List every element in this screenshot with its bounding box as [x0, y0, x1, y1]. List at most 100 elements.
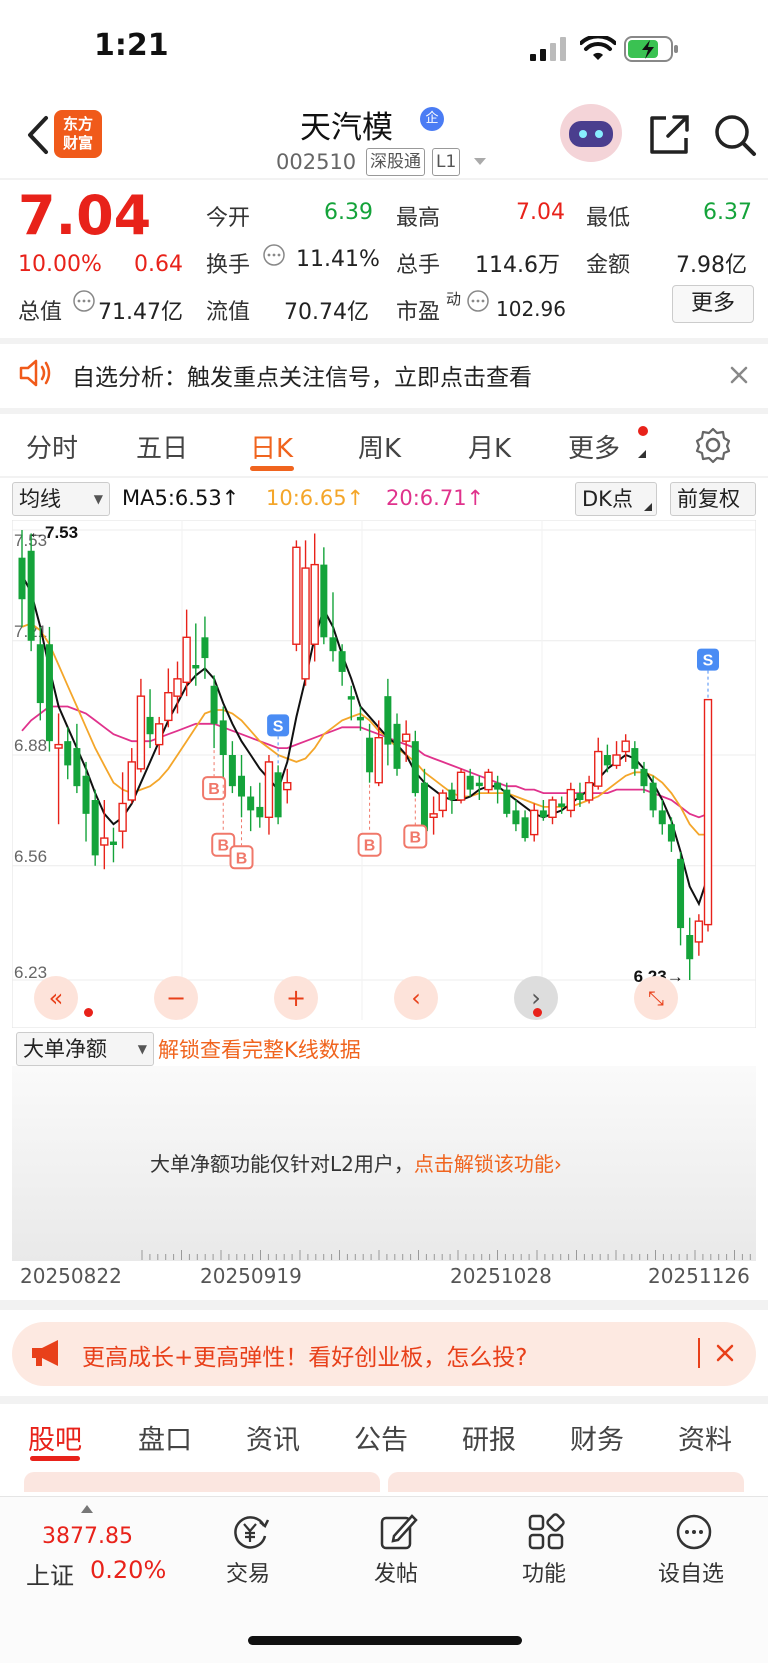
megaphone-icon: [32, 1340, 58, 1366]
settings-gear-icon[interactable]: [694, 426, 732, 464]
forum-card[interactable]: [24, 1472, 380, 1492]
move-left-button[interactable]: ‹: [394, 976, 438, 1020]
low-value: 6.37: [703, 200, 752, 225]
y-tick-label: 6.56: [14, 847, 47, 866]
tab-research[interactable]: 研报: [462, 1418, 516, 1457]
candle-body: [484, 771, 493, 791]
promo-banner-text: 更高成长+更高弹性！看好创业板，怎么投?: [82, 1345, 528, 1371]
y-tick-label: 6.23: [14, 963, 47, 982]
candle-body: [521, 817, 529, 839]
candle-body: [584, 781, 594, 801]
yen-cycle-icon[interactable]: [230, 1512, 270, 1552]
info-dots-icon[interactable]: [72, 289, 96, 313]
candle-body: [292, 546, 301, 645]
grid-icon[interactable]: [526, 1512, 566, 1552]
float-cap-value: 70.74亿: [284, 300, 369, 325]
nav-trade[interactable]: 交易: [226, 1556, 270, 1588]
candle-body: [91, 800, 99, 856]
candle-body: [182, 636, 191, 684]
open-value: 6.39: [324, 200, 373, 225]
candle-body: [621, 740, 630, 753]
market-cap-label: 总值: [18, 300, 63, 325]
candle-body: [530, 809, 539, 836]
indicator-select[interactable]: 均线 ▼: [12, 482, 110, 516]
candle-body: [686, 935, 694, 960]
candle-body: [264, 761, 274, 819]
forum-card[interactable]: [388, 1472, 744, 1492]
change-amount: 0.64: [134, 252, 183, 277]
tab-weekly-k[interactable]: 周K: [358, 428, 401, 465]
stock-name: 天汽模: [300, 110, 393, 146]
nav-add-watchlist[interactable]: 设自选: [658, 1556, 724, 1588]
tab-order-book[interactable]: 盘口: [138, 1418, 192, 1457]
tab-intraday[interactable]: 分时: [26, 428, 78, 465]
float-cap-label: 流值: [206, 300, 251, 325]
candle-body: [210, 685, 218, 724]
tab-financials[interactable]: 财务: [570, 1418, 624, 1457]
buy-signal-label: B: [217, 838, 229, 855]
dk-point-button[interactable]: DK点: [575, 482, 657, 516]
tab-more[interactable]: 更多: [568, 428, 620, 465]
low-label: 最低: [586, 206, 631, 231]
sz-connect-tag: 深股通: [366, 148, 425, 176]
candle-body: [356, 716, 364, 721]
tab-five-day[interactable]: 五日: [136, 428, 188, 465]
candle-body: [594, 750, 603, 787]
nav-post[interactable]: 发帖: [374, 1556, 418, 1588]
tab-daily-k[interactable]: 日K: [250, 428, 293, 465]
tab-announcements[interactable]: 公告: [354, 1418, 408, 1457]
tab-monthly-k[interactable]: 月K: [468, 428, 511, 465]
candle-body: [649, 782, 657, 811]
candle-body: [612, 754, 621, 767]
buy-signal-label: B: [410, 830, 422, 847]
high-value: 7.04: [516, 200, 565, 225]
candle-body: [420, 782, 428, 832]
candle-body: [201, 637, 209, 659]
unlock-feature-link[interactable]: 点击解锁该功能›: [414, 1152, 562, 1176]
info-dots-icon[interactable]: [262, 243, 286, 267]
kline-chart[interactable]: 7.537.216.886.566.23BBBBBSS←7.536.23→: [12, 520, 756, 1028]
active-tab-indicator: [250, 466, 294, 471]
nav-functions[interactable]: 功能: [522, 1556, 566, 1588]
fullscreen-button[interactable]: ⤡: [634, 976, 678, 1020]
candle-body: [64, 741, 72, 766]
volume-value: 114.6万: [475, 253, 560, 278]
candle-body: [374, 736, 383, 784]
zoom-in-button[interactable]: +: [274, 976, 318, 1020]
fast-back-button[interactable]: «: [34, 976, 78, 1020]
amount-value: 7.98亿: [676, 253, 747, 278]
tab-news[interactable]: 资讯: [246, 1418, 300, 1457]
candle-body: [256, 806, 264, 818]
assistant-robot-icon[interactable]: [560, 104, 622, 162]
candle-body: [640, 768, 648, 787]
ma5-readout: MA5:6.53↑: [122, 486, 240, 510]
more-dots-icon[interactable]: [674, 1512, 714, 1552]
market-cap-value: 71.47亿: [98, 300, 183, 325]
more-quote-button[interactable]: 更多: [672, 285, 754, 323]
tab-profile[interactable]: 资料: [678, 1418, 732, 1457]
candle-body: [45, 644, 53, 742]
back-icon[interactable]: [18, 110, 58, 160]
close-banner-icon[interactable]: [714, 1342, 736, 1364]
turnover-label: 换手: [206, 253, 251, 278]
lower-indicator-select[interactable]: 大单净额 ▼: [16, 1032, 154, 1066]
pe-dynamic-mark: 动: [446, 290, 462, 308]
candle-body: [310, 563, 319, 645]
close-icon[interactable]: [728, 364, 750, 386]
indicator-dot: [84, 1008, 93, 1017]
share-icon[interactable]: [646, 112, 692, 158]
search-icon[interactable]: [712, 112, 758, 158]
unlock-kline-link[interactable]: 解锁查看完整K线数据: [158, 1034, 361, 1064]
caret-up-icon[interactable]: [80, 1504, 94, 1514]
edit-icon[interactable]: [378, 1512, 418, 1552]
tab-forum[interactable]: 股吧: [28, 1418, 82, 1457]
divider: [0, 476, 768, 478]
candle-body: [118, 802, 127, 832]
info-dots-icon[interactable]: [466, 289, 490, 313]
high-price-marker: ←7.53: [28, 523, 78, 542]
level-tag: L1: [432, 148, 461, 176]
candle-body: [438, 792, 447, 812]
price-adjust-button[interactable]: 前复权: [670, 482, 756, 516]
zoom-out-button[interactable]: −: [154, 976, 198, 1020]
dropdown-caret-icon[interactable]: [472, 156, 488, 168]
